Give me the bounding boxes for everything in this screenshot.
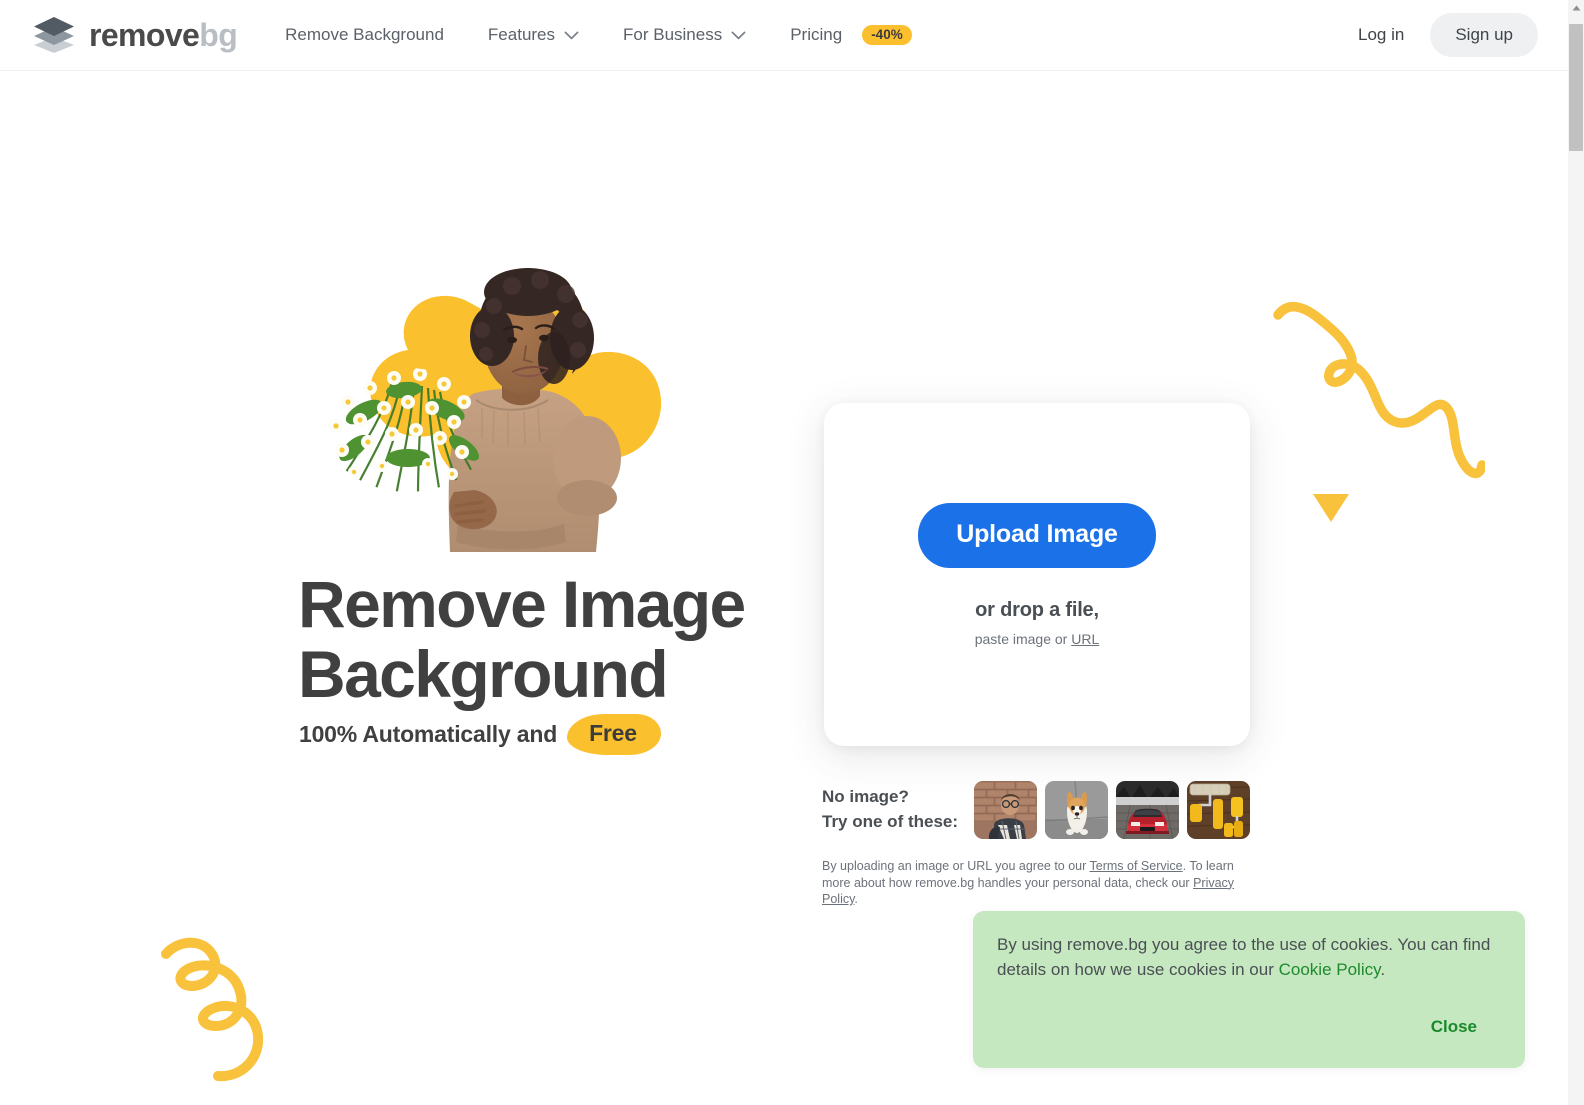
- sample-thumbnail-man-glasses[interactable]: [974, 781, 1037, 839]
- signup-button[interactable]: Sign up: [1430, 13, 1538, 57]
- nav-item-pricing[interactable]: Pricing -40%: [790, 17, 912, 54]
- logo-text-secondary: bg: [199, 17, 238, 53]
- logo-text-primary: remove: [89, 17, 200, 53]
- nav-item-remove-background[interactable]: Remove Background: [285, 17, 444, 53]
- nav-label: Remove Background: [285, 25, 444, 44]
- cookie-text-part-1: By using remove.bg you agree to the use …: [997, 935, 1491, 979]
- paste-hint-prefix: paste image or: [974, 630, 1072, 647]
- terms-of-service-link[interactable]: Terms of Service: [1090, 859, 1183, 873]
- nav-label: Pricing: [790, 25, 843, 44]
- legal-text-part-1: By uploading an image or URL you agree t…: [822, 859, 1090, 873]
- cookie-text-part-2: .: [1380, 959, 1386, 979]
- chevron-down-icon: [731, 31, 746, 40]
- upload-dropzone[interactable]: Upload Image or drop a file, paste image…: [824, 403, 1250, 746]
- header-actions: Log in Sign up: [1342, 13, 1538, 57]
- sample-thumbnail-corgi-dog[interactable]: [1045, 781, 1108, 839]
- layers-diamond-icon: [31, 15, 77, 55]
- paste-url-link[interactable]: URL: [1071, 631, 1099, 647]
- nav-item-for-business[interactable]: For Business: [623, 17, 746, 53]
- logo[interactable]: removebg: [31, 15, 238, 55]
- sample-thumbnail-row: [974, 781, 1250, 839]
- upload-image-button[interactable]: Upload Image: [918, 502, 1156, 568]
- page-scrollbar[interactable]: [1568, 0, 1584, 1105]
- cookie-consent-banner: By using remove.bg you agree to the use …: [973, 911, 1525, 1068]
- nav-label: Features: [487, 25, 556, 44]
- drop-file-text: or drop a file,: [975, 598, 1099, 621]
- chevron-down-icon: [564, 31, 579, 40]
- subheadline-highlight-free: Free: [567, 714, 661, 755]
- legal-disclaimer: By uploading an image or URL you agree t…: [822, 858, 1254, 908]
- sample-label-line-1: No image?: [822, 787, 909, 807]
- scroll-up-arrow-icon[interactable]: [1568, 0, 1584, 16]
- pricing-discount-badge: -40%: [862, 24, 912, 46]
- sample-images-label: No image? Try one of these:: [822, 785, 974, 834]
- hero-image: [296, 262, 696, 552]
- cookie-policy-link[interactable]: Cookie Policy: [1279, 960, 1381, 979]
- sample-images-section: No image? Try one of these:: [822, 781, 1250, 839]
- scrollbar-thumb[interactable]: [1569, 24, 1583, 151]
- login-link[interactable]: Log in: [1342, 15, 1420, 55]
- sample-label-line-2: Try one of these:: [822, 812, 959, 831]
- site-header: removebg Remove Background Features For …: [0, 0, 1568, 71]
- paste-hint-text: paste image or URL: [975, 631, 1100, 647]
- sample-thumbnail-paint-rollers[interactable]: [1187, 781, 1250, 839]
- main-navigation: Remove Background Features For Business …: [285, 17, 956, 54]
- legal-text-part-3: .: [854, 892, 858, 906]
- cookie-banner-text: By using remove.bg you agree to the use …: [997, 933, 1497, 982]
- cookie-close-button[interactable]: Close: [1425, 1013, 1483, 1041]
- nav-label: For Business: [623, 25, 723, 44]
- logo-text: removebg: [89, 17, 238, 53]
- subheadline-text: 100% Automatically and: [299, 720, 558, 747]
- nav-item-features[interactable]: Features: [488, 17, 579, 53]
- sample-thumbnail-red-car[interactable]: [1116, 781, 1179, 839]
- page-subheadline: 100% Automatically and Free: [299, 714, 661, 755]
